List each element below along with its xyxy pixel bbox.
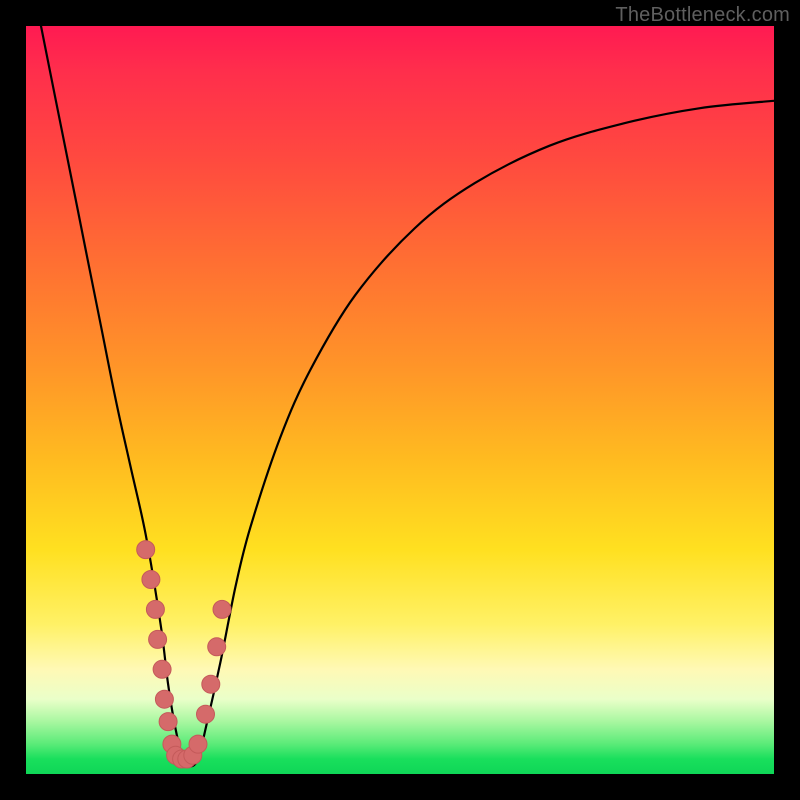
data-point (137, 541, 155, 559)
data-point (155, 690, 173, 708)
data-point (149, 630, 167, 648)
data-point (159, 713, 177, 731)
marker-dots (26, 26, 774, 774)
data-point (197, 705, 215, 723)
data-point (153, 660, 171, 678)
data-point (213, 600, 231, 618)
watermark-text: TheBottleneck.com (615, 4, 790, 27)
data-point (142, 571, 160, 589)
data-point (146, 600, 164, 618)
data-point (189, 735, 207, 753)
data-point (202, 675, 220, 693)
plot-area (26, 26, 774, 774)
data-point (208, 638, 226, 656)
chart-frame: TheBottleneck.com (0, 0, 800, 800)
